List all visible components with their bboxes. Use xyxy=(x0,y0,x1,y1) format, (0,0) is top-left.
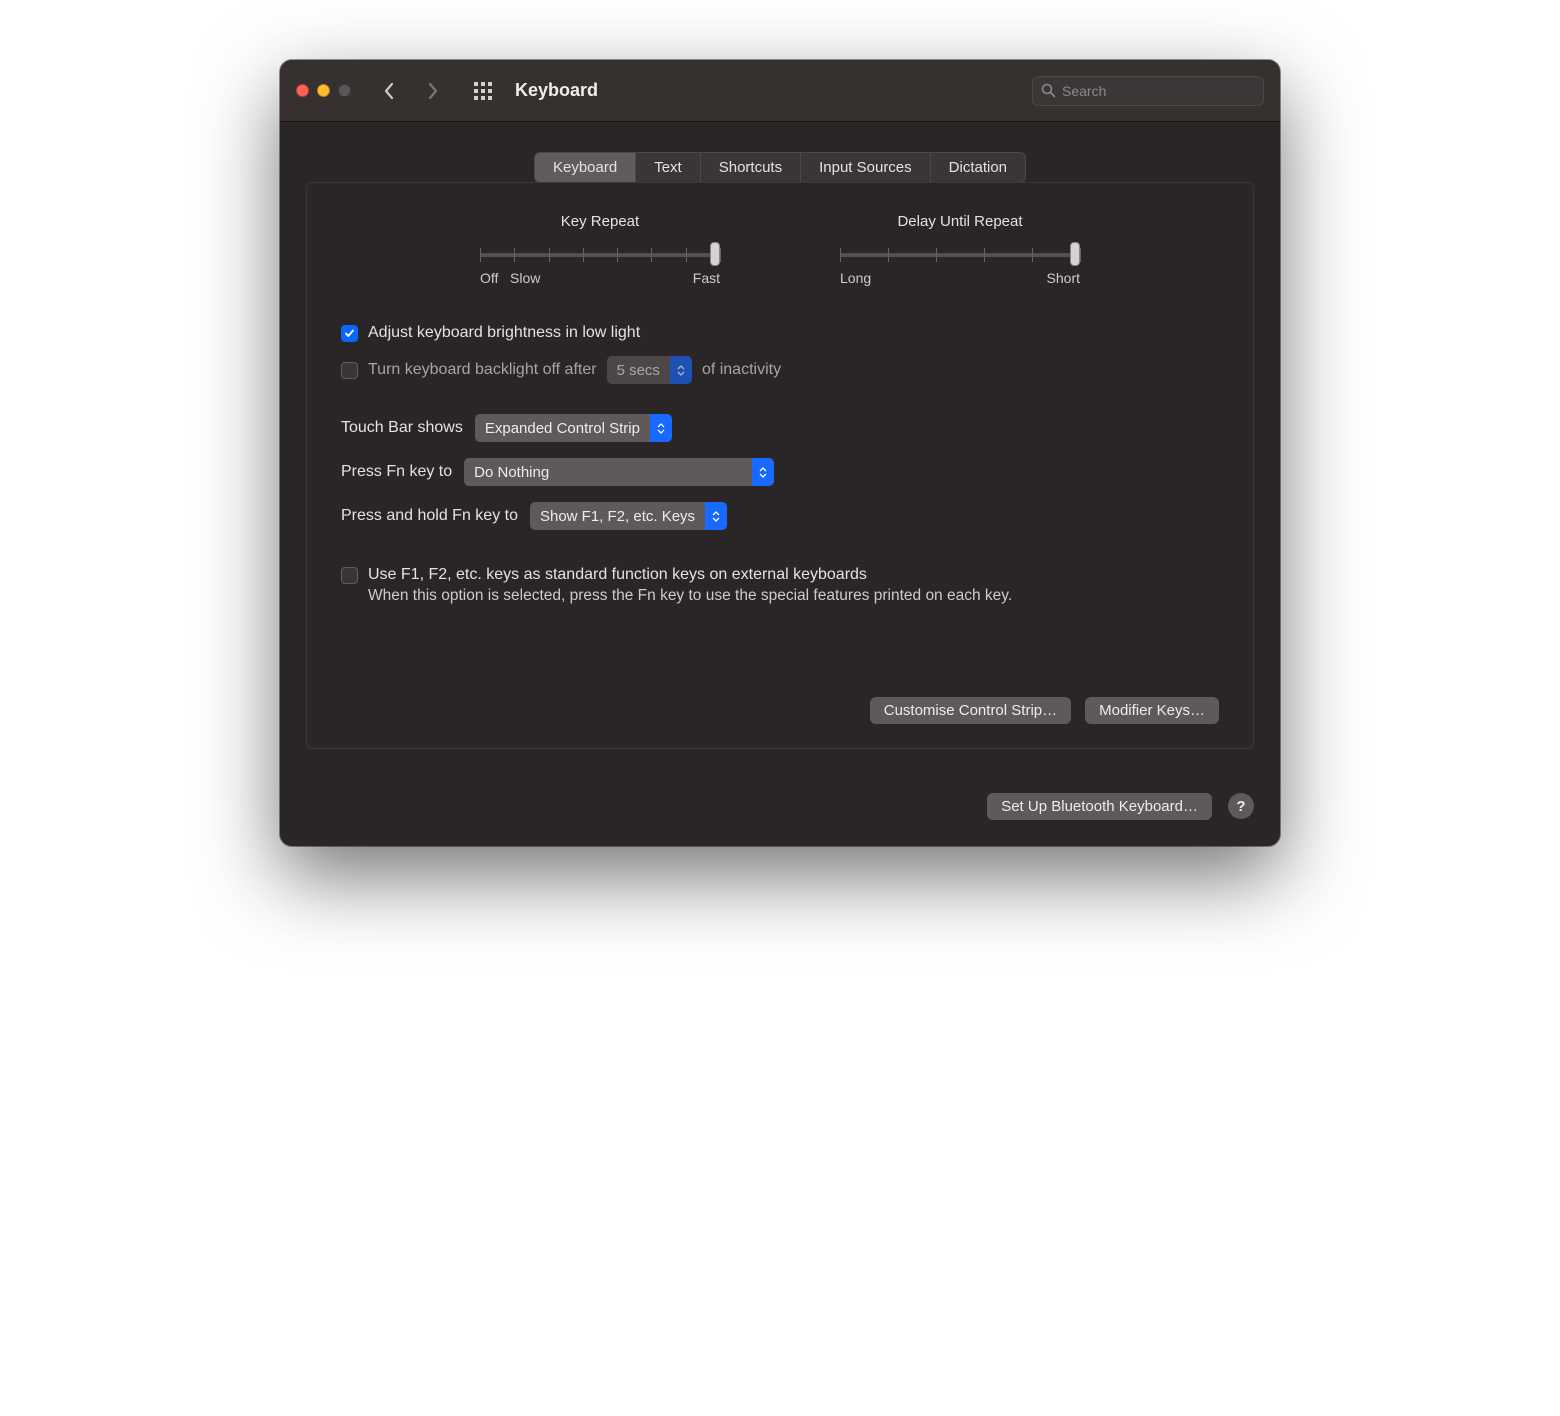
touchbar-shows-popup[interactable]: Expanded Control Strip xyxy=(475,414,672,442)
backlight-off-popup[interactable]: 5 secs xyxy=(607,356,692,384)
window-footer: Set Up Bluetooth Keyboard… ? xyxy=(280,773,1280,846)
backlight-off-value: 5 secs xyxy=(617,362,670,379)
key-repeat-fast-label: Fast xyxy=(693,270,720,286)
use-fkeys-description: When this option is selected, press the … xyxy=(368,586,1128,607)
key-repeat-title: Key Repeat xyxy=(480,213,720,230)
touchbar-shows-value: Expanded Control Strip xyxy=(485,420,650,437)
press-fn-value: Do Nothing xyxy=(474,464,752,481)
help-button[interactable]: ? xyxy=(1228,793,1254,819)
press-fn-popup[interactable]: Do Nothing xyxy=(464,458,774,486)
use-fkeys-checkbox[interactable] xyxy=(341,567,358,584)
setup-bluetooth-keyboard-button[interactable]: Set Up Bluetooth Keyboard… xyxy=(987,793,1212,820)
preferences-window: Keyboard Keyboard Text Shortcuts Input S… xyxy=(280,60,1280,846)
keyboard-panel: Key Repeat Off xyxy=(306,182,1254,749)
delay-short-label: Short xyxy=(1047,270,1080,286)
delay-slider-block: Delay Until Repeat Long Short xyxy=(840,213,1080,286)
search-field-wrap[interactable] xyxy=(1032,76,1264,106)
backlight-off-suffix: of inactivity xyxy=(702,361,781,379)
tab-text[interactable]: Text xyxy=(636,153,701,182)
use-fkeys-label: Use F1, F2, etc. keys as standard functi… xyxy=(368,566,867,584)
close-window-button[interactable] xyxy=(296,84,309,97)
tab-shortcuts[interactable]: Shortcuts xyxy=(701,153,801,182)
chevron-updown-icon xyxy=(705,502,727,530)
minimize-window-button[interactable] xyxy=(317,84,330,97)
tab-dictation[interactable]: Dictation xyxy=(931,153,1025,182)
chevron-updown-icon xyxy=(650,414,672,442)
chevron-updown-icon xyxy=(752,458,774,486)
customise-control-strip-button[interactable]: Customise Control Strip… xyxy=(870,697,1071,724)
search-input[interactable] xyxy=(1062,83,1255,99)
backlight-off-checkbox[interactable] xyxy=(341,362,358,379)
modifier-keys-button[interactable]: Modifier Keys… xyxy=(1085,697,1219,724)
delay-long-label: Long xyxy=(840,270,871,286)
key-repeat-off-label: Off xyxy=(480,270,498,286)
backlight-off-prefix: Turn keyboard backlight off after xyxy=(368,361,597,379)
tab-keyboard[interactable]: Keyboard xyxy=(535,153,636,182)
tab-bar: Keyboard Text Shortcuts Input Sources Di… xyxy=(534,152,1026,183)
nav-arrows xyxy=(371,73,451,109)
delay-title: Delay Until Repeat xyxy=(840,213,1080,230)
adjust-brightness-checkbox[interactable] xyxy=(341,325,358,342)
hold-fn-popup[interactable]: Show F1, F2, etc. Keys xyxy=(530,502,727,530)
touchbar-shows-label: Touch Bar shows xyxy=(341,419,463,437)
hold-fn-label: Press and hold Fn key to xyxy=(341,507,518,525)
window-title: Keyboard xyxy=(515,80,598,101)
titlebar: Keyboard xyxy=(280,60,1280,122)
tab-input-sources[interactable]: Input Sources xyxy=(801,153,931,182)
key-repeat-slow-label: Slow xyxy=(510,270,540,286)
zoom-window-button[interactable] xyxy=(338,84,351,97)
key-repeat-slider[interactable] xyxy=(480,244,720,264)
content: Keyboard Text Shortcuts Input Sources Di… xyxy=(280,122,1280,773)
chevron-updown-icon xyxy=(670,356,692,384)
hold-fn-value: Show F1, F2, etc. Keys xyxy=(540,508,705,525)
forward-button[interactable] xyxy=(415,73,451,109)
key-repeat-slider-block: Key Repeat Off xyxy=(480,213,720,286)
press-fn-label: Press Fn key to xyxy=(341,463,452,481)
window-controls xyxy=(296,84,351,97)
search-icon xyxy=(1041,83,1056,98)
show-all-icon[interactable] xyxy=(465,73,501,109)
adjust-brightness-label: Adjust keyboard brightness in low light xyxy=(368,324,640,342)
delay-slider[interactable] xyxy=(840,244,1080,264)
back-button[interactable] xyxy=(371,73,407,109)
